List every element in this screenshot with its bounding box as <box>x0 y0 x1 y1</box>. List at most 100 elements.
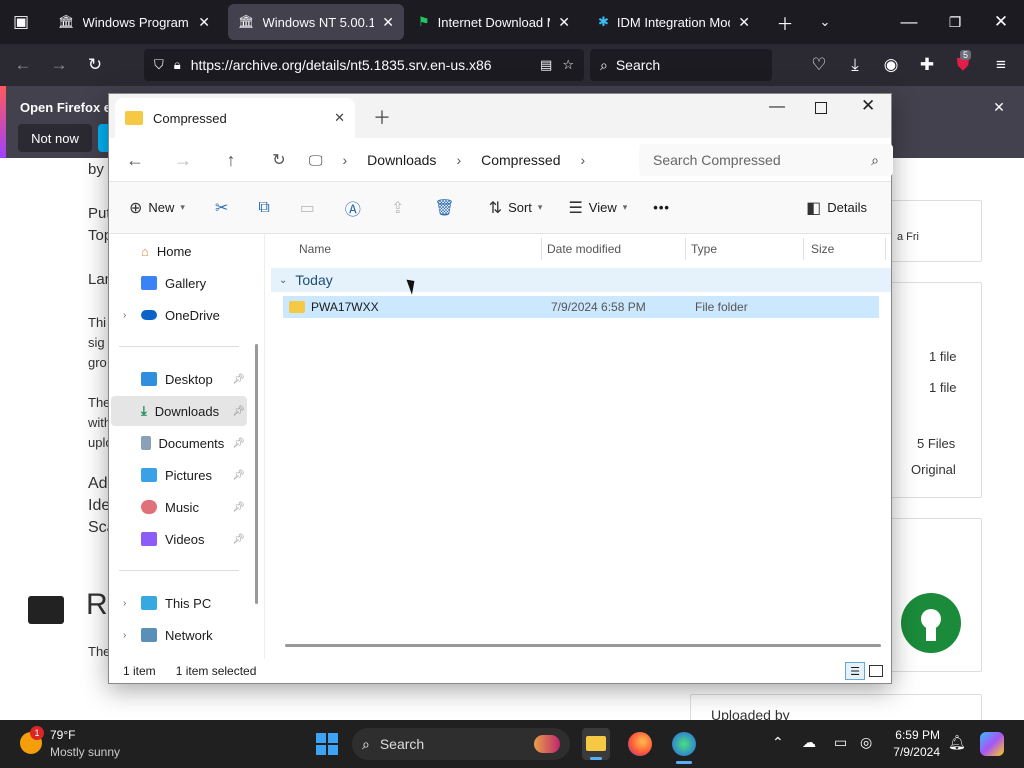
chevron-right-icon[interactable]: › <box>123 598 126 609</box>
browser-search-box[interactable]: ⌕ Search <box>590 49 772 81</box>
pin-icon[interactable]: 📌︎ <box>232 374 247 385</box>
bookmark-star-icon[interactable]: ☆ <box>562 57 574 73</box>
close-window-icon[interactable]: ✕ <box>861 96 875 116</box>
display-icon[interactable]: ▭ <box>834 734 847 751</box>
lock-icon[interactable]: 🔒︎ <box>174 57 181 73</box>
share-button[interactable]: ⇪ <box>383 191 412 225</box>
details-view-icon[interactable]: ☰ <box>845 662 865 680</box>
minimize-icon[interactable]: — <box>894 7 924 37</box>
clock-time[interactable]: 6:59 PM <box>888 728 940 742</box>
account-icon[interactable]: ◉ <box>876 50 906 80</box>
nav-network[interactable]: › Network <box>111 620 247 650</box>
reader-view-icon[interactable]: ▤ <box>540 57 552 73</box>
new-button[interactable]: ⊕ New ▾ <box>121 191 193 225</box>
pin-icon[interactable]: 📌︎ <box>232 406 247 417</box>
tiles-view-icon[interactable] <box>869 665 883 677</box>
browser-tab-1[interactable]: 🏛 Windows Program Arc ✕ <box>48 4 220 40</box>
taskbar-explorer-button[interactable] <box>582 728 610 760</box>
download-original[interactable]: Original <box>911 462 956 477</box>
chevron-right-icon[interactable]: › <box>580 152 585 168</box>
nav-scrollbar[interactable] <box>255 344 258 604</box>
browser-tab-2[interactable]: 🏛 Windows NT 5.00.1835 ✕ <box>228 4 404 40</box>
nav-onedrive[interactable]: › OneDrive <box>111 300 247 330</box>
notification-primary-button[interactable] <box>98 124 108 152</box>
extensions-icon[interactable]: ✚ <box>912 50 942 80</box>
nav-pictures[interactable]: Pictures 📌︎ <box>111 460 247 490</box>
tab-list-icon[interactable]: ▣ <box>6 7 36 37</box>
tab-overflow-chevron-icon[interactable]: ⌄ <box>810 7 840 37</box>
not-now-button[interactable]: Not now <box>18 124 92 152</box>
new-tab-icon[interactable]: ＋ <box>770 7 800 37</box>
download-count[interactable]: 1 file <box>929 380 956 395</box>
close-notification-icon[interactable]: ✕ <box>984 92 1014 122</box>
browser-tab-3[interactable]: ⚑ Internet Download Ma ✕ <box>408 4 580 40</box>
forward-icon[interactable]: → <box>44 50 74 80</box>
nav-gallery[interactable]: Gallery <box>111 268 247 298</box>
column-header-name[interactable]: Name <box>299 242 331 256</box>
shield-icon[interactable]: ⛉ <box>154 57 164 73</box>
reload-icon[interactable]: ↻ <box>80 50 110 80</box>
browser-tab-4[interactable]: ✱ IDM Integration Modul ✕ <box>588 4 760 40</box>
close-tab-icon[interactable]: ✕ <box>558 14 570 31</box>
explorer-tab[interactable]: Compressed ✕ <box>115 98 355 138</box>
breadcrumb-downloads[interactable]: Downloads <box>367 152 436 168</box>
column-header-type[interactable]: Type <box>691 242 717 256</box>
search-input[interactable]: Search Compressed ⌕ <box>639 144 893 176</box>
start-windows-icon[interactable] <box>316 733 338 755</box>
sort-button[interactable]: ⇅ Sort ▾ <box>481 191 551 225</box>
pin-icon[interactable]: 📌︎ <box>232 534 247 545</box>
breadcrumb-compressed[interactable]: Compressed <box>481 152 560 168</box>
table-row[interactable]: PWA17WXX 7/9/2024 6:58 PM File folder <box>283 296 879 318</box>
pin-icon[interactable]: 📌︎ <box>232 438 247 449</box>
chevron-right-icon[interactable]: › <box>123 630 126 641</box>
breadcrumb[interactable]: 🖵 › Downloads › Compressed › <box>309 144 629 176</box>
up-icon[interactable]: ↑ <box>215 144 247 176</box>
idm-icon[interactable] <box>672 732 696 756</box>
column-header-date[interactable]: Date modified <box>547 242 621 256</box>
minimize-icon[interactable]: — <box>769 98 785 116</box>
menu-icon[interactable]: ≡ <box>986 50 1016 80</box>
this-pc-icon[interactable]: 🖵 <box>309 152 323 169</box>
weather-temperature[interactable]: 79°F <box>50 728 75 742</box>
copilot-icon[interactable] <box>980 732 1004 756</box>
cloud-sync-icon[interactable]: ☁ <box>802 734 816 751</box>
close-tab-icon[interactable]: ✕ <box>382 14 394 31</box>
nav-documents[interactable]: Documents 📌︎ <box>111 428 247 458</box>
copy-button[interactable]: ⧉ <box>250 191 277 225</box>
paste-button[interactable]: ▭ <box>292 191 323 225</box>
details-button[interactable]: ◧ Details <box>798 191 875 225</box>
group-header-today[interactable]: ⌄ Today <box>271 268 891 292</box>
delete-button[interactable]: 🗑︎ <box>426 191 462 225</box>
horizontal-scrollbar[interactable] <box>285 644 881 647</box>
download-count[interactable]: 5 Files <box>917 436 955 451</box>
nav-desktop[interactable]: Desktop 📌︎ <box>111 364 247 394</box>
back-icon[interactable]: ← <box>119 144 151 176</box>
column-header-size[interactable]: Size <box>811 242 834 256</box>
forward-icon[interactable]: → <box>167 144 199 176</box>
nav-this-pc[interactable]: › This PC <box>111 588 247 618</box>
taskbar-search[interactable]: ⌕ Search <box>352 728 570 760</box>
weather-description[interactable]: Mostly sunny <box>50 745 120 759</box>
nav-home[interactable]: ⌂ Home <box>111 236 247 266</box>
column-separator[interactable] <box>685 238 686 260</box>
url-text[interactable]: https://archive.org/details/nt5.1835.srv… <box>191 57 530 73</box>
restore-icon[interactable]: ❐ <box>940 7 970 37</box>
cut-button[interactable]: ✂ <box>207 191 236 225</box>
column-separator[interactable] <box>885 238 886 260</box>
file-name[interactable]: PWA17WXX <box>311 300 551 314</box>
back-icon[interactable]: ← <box>8 50 38 80</box>
show-hidden-icons-chevron-icon[interactable]: ⌃ <box>772 734 784 751</box>
close-tab-icon[interactable]: ✕ <box>738 14 750 31</box>
close-tab-icon[interactable]: ✕ <box>198 14 210 31</box>
maximize-icon[interactable] <box>815 102 827 114</box>
close-tab-icon[interactable]: ✕ <box>334 110 345 126</box>
pocket-icon[interactable]: ♡ <box>804 50 834 80</box>
view-button[interactable]: ☰ View ▾ <box>560 191 635 225</box>
chevron-right-icon[interactable]: › <box>123 310 126 321</box>
refresh-icon[interactable]: ↻ <box>263 144 295 176</box>
nav-downloads[interactable]: ⤓ Downloads 📌︎ <box>111 396 247 426</box>
nav-music[interactable]: Music 📌︎ <box>111 492 247 522</box>
notifications-bell-icon[interactable]: 🔔︎ <box>948 734 966 751</box>
pin-icon[interactable]: 📌︎ <box>232 502 247 513</box>
download-count[interactable]: 1 file <box>929 349 956 364</box>
